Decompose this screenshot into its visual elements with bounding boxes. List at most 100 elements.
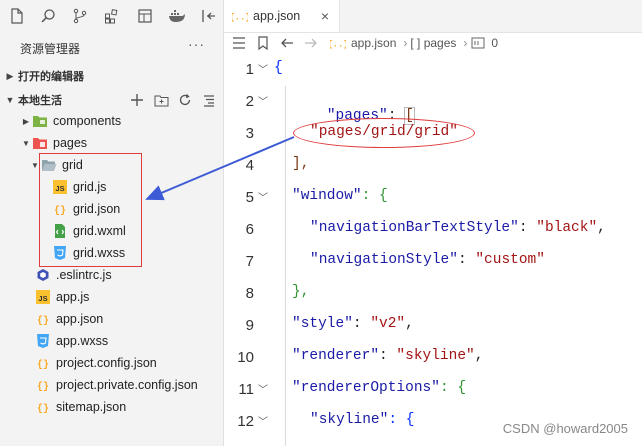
tree-file-app-js[interactable]: JS app.js (35, 286, 89, 308)
tree-file-app-json[interactable]: {} app.json (35, 308, 103, 330)
activity-bar (0, 0, 223, 32)
workspace-section[interactable]: ▼ 本地生活 (0, 89, 223, 111)
json-file-icon: {} (35, 311, 51, 327)
line-number: 5 (245, 189, 254, 206)
code-text: }, (292, 284, 310, 300)
tree-label: project.config.json (56, 356, 157, 370)
code-line[interactable]: 8 }, (224, 278, 642, 310)
svg-text:JS: JS (38, 294, 47, 303)
tree-file-project-config[interactable]: {} project.config.json (35, 352, 157, 374)
eslint-file-icon (35, 267, 51, 283)
json-string: "v2" (370, 316, 406, 332)
json-key: "rendererOptions" (292, 380, 440, 396)
code-line[interactable]: 6 "navigationBarTextStyle": "black", (224, 214, 642, 246)
tree-label: app.js (56, 290, 90, 304)
more-actions-button[interactable]: ··· (188, 36, 205, 52)
line-number: 3 (245, 125, 254, 142)
tree-label: pages (53, 136, 88, 150)
line-number: 2 (245, 93, 254, 110)
line-number: 12 (237, 413, 254, 430)
refresh-icon[interactable] (177, 92, 193, 108)
forward-arrow-icon[interactable] (302, 35, 320, 51)
back-arrow-icon[interactable] (278, 35, 296, 51)
fold-chevron-icon[interactable]: ﹀ (258, 93, 268, 109)
tree-label: sitemap.json (56, 400, 127, 414)
collapse-all-icon[interactable] (201, 92, 217, 108)
breadcrumb: {..} app.json › [ ] pages › 0 (224, 32, 642, 54)
line-number: 4 (245, 157, 254, 174)
folder-components-icon (32, 113, 48, 129)
json-file-icon: {..} (232, 8, 248, 24)
tree-file-sitemap[interactable]: {} sitemap.json (35, 396, 126, 418)
sidebar: 资源管理器 ··· ▶ 打开的编辑器 ▼ 本地生活 ▶ components ▼… (0, 0, 224, 446)
js-file-icon: JS (35, 289, 51, 305)
docker-icon[interactable] (168, 7, 186, 25)
tree-label: project.private.config.json (56, 378, 198, 392)
tree-folder-components[interactable]: ▶ components (20, 110, 121, 132)
fold-chevron-icon[interactable]: ﹀ (258, 189, 268, 205)
tab-app-json[interactable]: {..} app.json × (224, 0, 340, 32)
source-control-icon[interactable] (71, 7, 89, 25)
tree-label: app.json (56, 312, 104, 326)
chevron-right-icon: ▶ (22, 116, 30, 126)
json-file-icon: {..} (330, 35, 346, 51)
svg-text:{}: {} (37, 403, 49, 414)
code-line[interactable]: 11 ﹀ "rendererOptions": { (224, 374, 642, 406)
code-line[interactable]: 9 "style": "v2", (224, 310, 642, 342)
fold-chevron-icon[interactable]: ﹀ (258, 381, 268, 397)
line-number: 10 (237, 349, 254, 366)
wxss-file-icon (35, 333, 51, 349)
json-key: "navigationBarTextStyle" (310, 220, 519, 236)
extensions-icon[interactable] (103, 7, 121, 25)
tree-file-eslintrc[interactable]: .eslintrc.js (35, 264, 112, 286)
open-editors-section[interactable]: ▶ 打开的编辑器 (0, 65, 223, 87)
layout-icon[interactable] (136, 7, 154, 25)
fold-chevron-icon[interactable]: ﹀ (258, 413, 268, 429)
code-line[interactable]: 10 "renderer": "skyline", (224, 342, 642, 374)
json-string: "black" (536, 220, 598, 236)
code-line[interactable]: 4 ], (224, 150, 642, 182)
json-key: "renderer" (292, 348, 380, 364)
code-text: { (274, 60, 283, 76)
bookmark-icon[interactable] (254, 35, 272, 51)
files-icon[interactable] (8, 7, 26, 25)
svg-text:{}: {} (37, 381, 49, 392)
annotation-ellipse-pages-entry (293, 118, 475, 148)
tree-folder-pages[interactable]: ▼ pages (20, 132, 87, 154)
chevron-down-icon: ▼ (5, 95, 15, 105)
tree-label: .eslintrc.js (56, 268, 112, 282)
split-editor-icon[interactable] (200, 7, 218, 25)
code-line[interactable]: 5 ﹀ "window": { (224, 182, 642, 214)
json-string: "custom" (475, 252, 545, 268)
tree-label: components (53, 114, 122, 128)
code-line[interactable]: 7 "navigationStyle": "custom" (224, 246, 642, 278)
line-number: 7 (245, 253, 254, 270)
breadcrumb-index[interactable]: 0 (491, 36, 498, 50)
new-file-icon[interactable] (129, 92, 145, 108)
svg-text:{}: {} (37, 315, 49, 326)
json-brace: : { (361, 188, 388, 204)
watermark: CSDN @howard2005 (502, 421, 628, 436)
explorer-title: 资源管理器 (20, 42, 81, 56)
json-file-icon: {} (35, 377, 51, 393)
json-file-icon: {} (35, 355, 51, 371)
json-string: "skyline" (396, 348, 475, 364)
breadcrumb-file[interactable]: app.json (351, 36, 396, 50)
breadcrumb-pages[interactable]: [ ] pages (410, 36, 456, 50)
tab-close-button[interactable]: × (321, 8, 329, 24)
json-key: "window" (292, 188, 362, 204)
workspace-label: 本地生活 (18, 95, 62, 107)
fold-chevron-icon[interactable]: ﹀ (258, 61, 268, 77)
new-folder-icon[interactable] (153, 92, 169, 108)
search-icon[interactable] (39, 7, 57, 25)
json-key: "navigationStyle" (310, 252, 458, 268)
list-icon[interactable] (230, 35, 248, 51)
tree-file-project-private-config[interactable]: {} project.private.config.json (35, 374, 198, 396)
array-index-icon (470, 35, 486, 51)
line-number: 8 (245, 285, 254, 302)
code-line[interactable]: 1 ﹀ { (224, 54, 642, 86)
line-number: 6 (245, 221, 254, 238)
code-line[interactable]: 2 ﹀ "pages": [ (224, 86, 642, 125)
tree-file-app-wxss[interactable]: app.wxss (35, 330, 108, 352)
line-number: 11 (238, 381, 254, 398)
